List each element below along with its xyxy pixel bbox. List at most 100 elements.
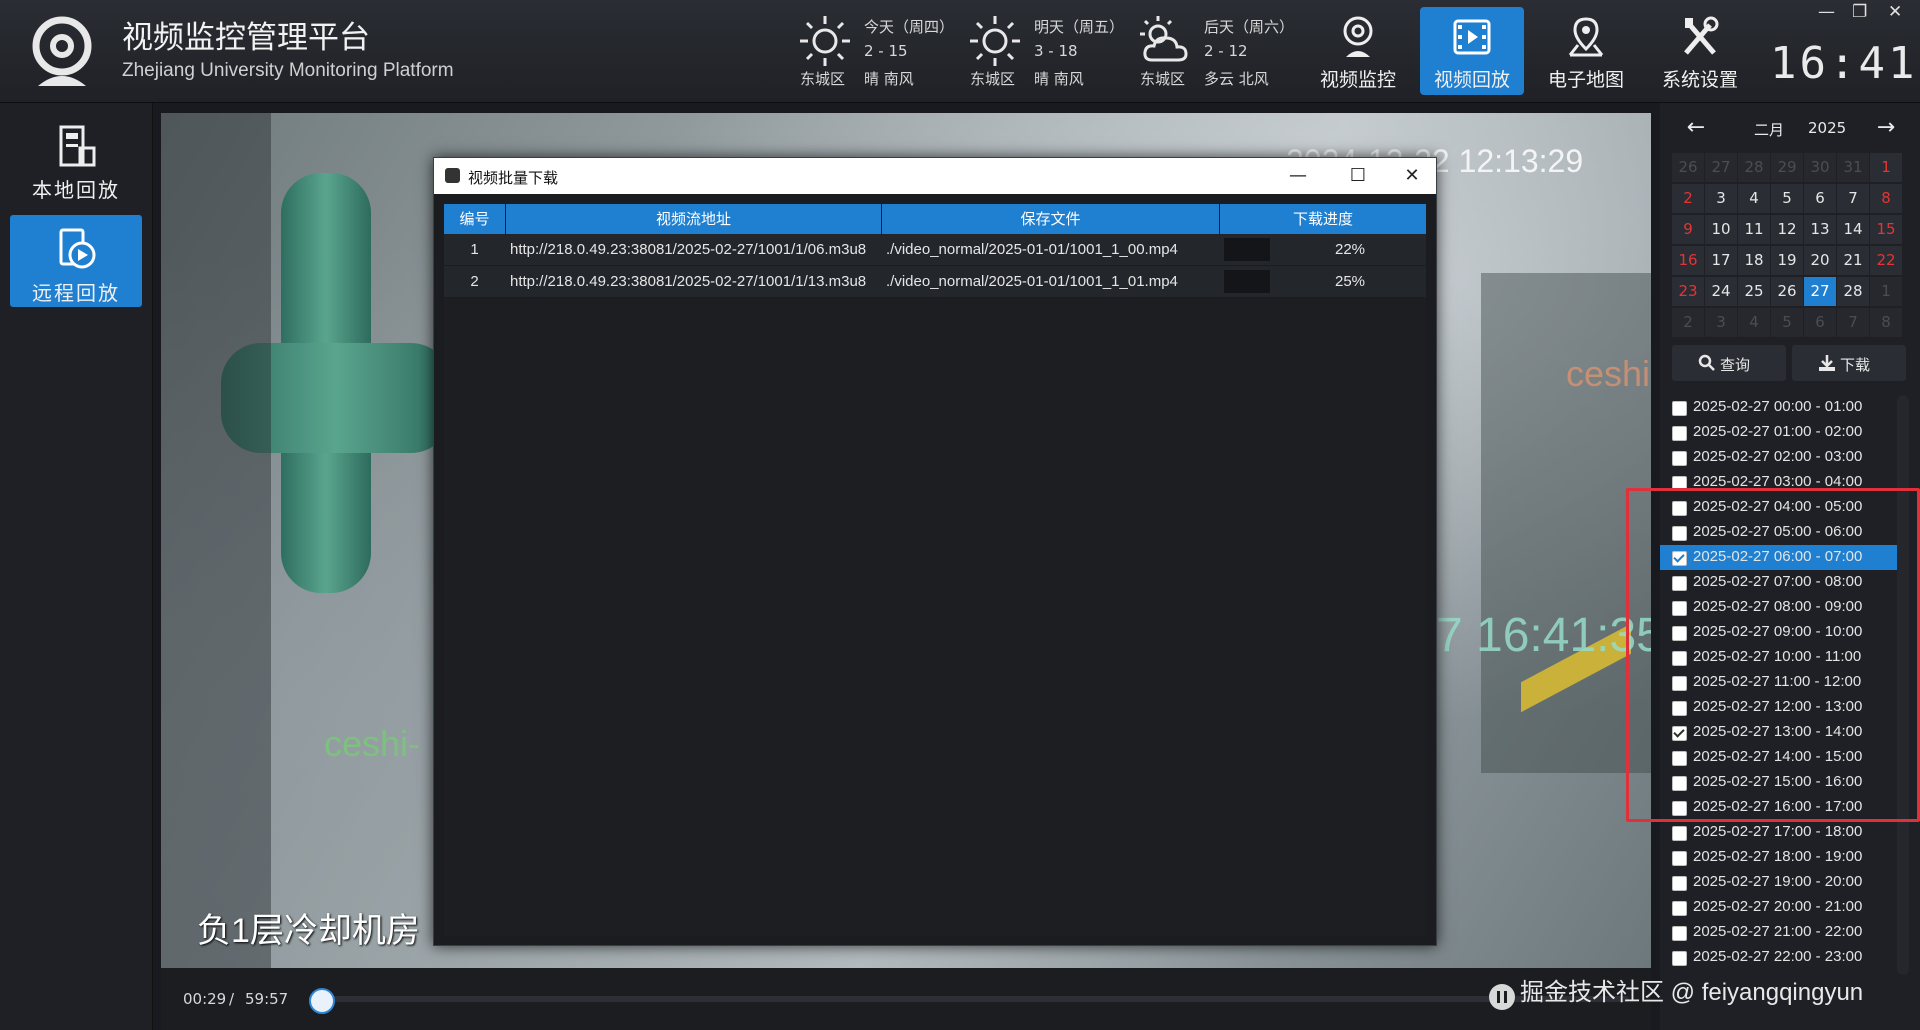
time-slot[interactable]: 2025-02-27 21:00 - 22:00 xyxy=(1660,920,1908,945)
time-slot[interactable]: 2025-02-27 15:00 - 16:00 xyxy=(1660,770,1908,795)
download-button[interactable]: 下载 xyxy=(1792,345,1906,381)
calendar-day[interactable]: 8 xyxy=(1870,308,1902,337)
calendar-day[interactable]: 16 xyxy=(1672,246,1704,275)
arrow-left-icon[interactable]: ← xyxy=(1682,115,1710,143)
table-row[interactable]: 1 http://218.0.49.23:38081/2025-02-27/10… xyxy=(444,234,1426,266)
slot-checkbox[interactable] xyxy=(1672,901,1687,916)
calendar-day[interactable]: 22 xyxy=(1870,246,1902,275)
calendar-day[interactable]: 20 xyxy=(1804,246,1836,275)
time-slot[interactable]: 2025-02-27 08:00 - 09:00 xyxy=(1660,595,1908,620)
sidebar-remote-playback[interactable]: 远程回放 xyxy=(10,215,142,307)
calendar-day[interactable]: 1 xyxy=(1870,277,1902,306)
calendar-day[interactable]: 13 xyxy=(1804,215,1836,244)
calendar-day[interactable]: 8 xyxy=(1870,184,1902,213)
slot-checkbox[interactable] xyxy=(1672,776,1687,791)
calendar-day[interactable]: 12 xyxy=(1771,215,1803,244)
slot-checkbox[interactable] xyxy=(1672,451,1687,466)
pause-icon[interactable] xyxy=(1489,984,1515,1010)
slot-checkbox[interactable] xyxy=(1672,926,1687,941)
calendar-day[interactable]: 31 xyxy=(1837,153,1869,182)
calendar-day[interactable]: 2 xyxy=(1672,184,1704,213)
calendar-day[interactable]: 21 xyxy=(1837,246,1869,275)
progress-slider[interactable] xyxy=(308,988,1629,1014)
time-slot[interactable]: 2025-02-27 17:00 - 18:00 xyxy=(1660,820,1908,845)
calendar-day[interactable]: 29 xyxy=(1771,153,1803,182)
progress-knob[interactable] xyxy=(308,988,335,1014)
calendar-day[interactable]: 3 xyxy=(1705,184,1737,213)
slot-checkbox[interactable] xyxy=(1672,726,1687,741)
calendar-day[interactable]: 18 xyxy=(1738,246,1770,275)
table-row[interactable]: 2 http://218.0.49.23:38081/2025-02-27/10… xyxy=(444,266,1426,298)
window-restore-button[interactable]: ❐ xyxy=(1852,2,1867,22)
calendar-day[interactable]: 5 xyxy=(1771,308,1803,337)
calendar-day[interactable]: 27 xyxy=(1705,153,1737,182)
calendar-day[interactable]: 26 xyxy=(1672,153,1704,182)
calendar-day[interactable]: 6 xyxy=(1804,184,1836,213)
calendar-day[interactable]: 9 xyxy=(1672,215,1704,244)
window-close-button[interactable]: ✕ xyxy=(1888,2,1902,22)
slot-checkbox[interactable] xyxy=(1672,426,1687,441)
time-slot[interactable]: 2025-02-27 12:00 - 13:00 xyxy=(1660,695,1908,720)
calendar-day[interactable]: 28 xyxy=(1837,277,1869,306)
calendar-day[interactable]: 2 xyxy=(1672,308,1704,337)
time-slot[interactable]: 2025-02-27 22:00 - 23:00 xyxy=(1660,945,1908,970)
slot-checkbox[interactable] xyxy=(1672,876,1687,891)
nav-video-playback[interactable]: 视频回放 xyxy=(1420,7,1524,95)
calendar-day[interactable]: 14 xyxy=(1837,215,1869,244)
calendar-day[interactable]: 11 xyxy=(1738,215,1770,244)
calendar-day[interactable]: 17 xyxy=(1705,246,1737,275)
dialog-close-button[interactable]: ✕ xyxy=(1390,162,1434,190)
slot-checkbox[interactable] xyxy=(1672,851,1687,866)
time-slot[interactable]: 2025-02-27 18:00 - 19:00 xyxy=(1660,845,1908,870)
slot-checkbox[interactable] xyxy=(1672,601,1687,616)
calendar-day[interactable]: 7 xyxy=(1837,184,1869,213)
time-slot[interactable]: 2025-02-27 11:00 - 12:00 xyxy=(1660,670,1908,695)
nav-electronic-map[interactable]: 电子地图 xyxy=(1534,7,1638,95)
time-slot[interactable]: 2025-02-27 04:00 - 05:00 xyxy=(1660,495,1908,520)
calendar-day[interactable]: 7 xyxy=(1837,308,1869,337)
calendar-year[interactable]: 2025 xyxy=(1808,119,1846,137)
nav-system-settings[interactable]: 系统设置 xyxy=(1648,7,1752,95)
calendar-day[interactable]: 27 xyxy=(1804,277,1836,306)
calendar-day[interactable]: 5 xyxy=(1771,184,1803,213)
time-slot[interactable]: 2025-02-27 13:00 - 14:00 xyxy=(1660,720,1908,745)
calendar-day[interactable]: 10 xyxy=(1705,215,1737,244)
calendar-month[interactable]: 二月 xyxy=(1754,119,1784,140)
nav-video-monitor[interactable]: 视频监控 xyxy=(1306,7,1410,95)
calendar-day[interactable]: 24 xyxy=(1705,277,1737,306)
calendar-day[interactable]: 19 xyxy=(1771,246,1803,275)
slot-checkbox[interactable] xyxy=(1672,626,1687,641)
time-slot[interactable]: 2025-02-27 00:00 - 01:00 xyxy=(1660,395,1908,420)
slot-checkbox[interactable] xyxy=(1672,526,1687,541)
sidebar-local-playback[interactable]: 本地回放 xyxy=(10,112,142,204)
arrow-right-icon[interactable]: → xyxy=(1872,115,1900,143)
calendar-day[interactable]: 4 xyxy=(1738,184,1770,213)
slot-checkbox[interactable] xyxy=(1672,701,1687,716)
calendar-day[interactable]: 30 xyxy=(1804,153,1836,182)
slot-list-scrollbar[interactable] xyxy=(1897,395,1909,975)
slot-checkbox[interactable] xyxy=(1672,751,1687,766)
slot-checkbox[interactable] xyxy=(1672,501,1687,516)
time-slot[interactable]: 2025-02-27 06:00 - 07:00 xyxy=(1660,545,1908,570)
calendar-day[interactable]: 4 xyxy=(1738,308,1770,337)
time-slot[interactable]: 2025-02-27 10:00 - 11:00 xyxy=(1660,645,1908,670)
slot-checkbox[interactable] xyxy=(1672,676,1687,691)
time-slot[interactable]: 2025-02-27 16:00 - 17:00 xyxy=(1660,795,1908,820)
calendar-day[interactable]: 28 xyxy=(1738,153,1770,182)
slot-checkbox[interactable] xyxy=(1672,951,1687,966)
dialog-maximize-button[interactable]: ☐ xyxy=(1336,162,1380,190)
time-slot[interactable]: 2025-02-27 14:00 - 15:00 xyxy=(1660,745,1908,770)
calendar-day[interactable]: 6 xyxy=(1804,308,1836,337)
calendar-day[interactable]: 1 xyxy=(1870,153,1902,182)
slot-checkbox[interactable] xyxy=(1672,576,1687,591)
slot-checkbox[interactable] xyxy=(1672,401,1687,416)
slot-checkbox[interactable] xyxy=(1672,801,1687,816)
calendar-day[interactable]: 3 xyxy=(1705,308,1737,337)
time-slot[interactable]: 2025-02-27 09:00 - 10:00 xyxy=(1660,620,1908,645)
time-slot[interactable]: 2025-02-27 01:00 - 02:00 xyxy=(1660,420,1908,445)
calendar-day[interactable]: 25 xyxy=(1738,277,1770,306)
calendar-day[interactable]: 15 xyxy=(1870,215,1902,244)
slot-checkbox[interactable] xyxy=(1672,826,1687,841)
time-slot[interactable]: 2025-02-27 07:00 - 08:00 xyxy=(1660,570,1908,595)
calendar-day[interactable]: 23 xyxy=(1672,277,1704,306)
